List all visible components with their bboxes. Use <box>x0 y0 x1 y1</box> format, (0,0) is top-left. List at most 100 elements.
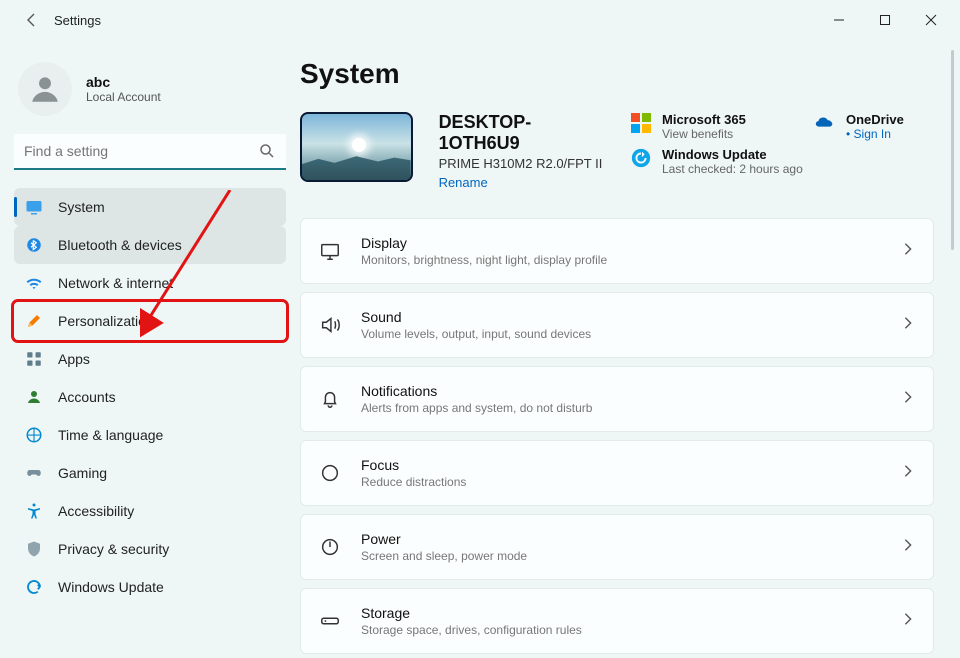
card-sub: Monitors, brightness, night light, displ… <box>361 253 607 267</box>
card-title: Focus <box>361 457 466 473</box>
service-title: Windows Update <box>662 147 803 162</box>
account-type: Local Account <box>86 90 161 104</box>
sound-icon <box>319 314 341 336</box>
service-sub: Last checked: 2 hours ago <box>662 162 803 176</box>
service-title: OneDrive <box>846 112 904 127</box>
service-title: Microsoft 365 <box>662 112 746 127</box>
device-model: PRIME H310M2 R2.0/FPT II <box>439 156 604 171</box>
sidebar-item-label: Gaming <box>58 465 107 481</box>
clock-globe-icon <box>24 425 44 445</box>
close-icon <box>925 14 937 26</box>
display-icon <box>319 240 341 262</box>
paint-icon <box>24 311 44 331</box>
sidebar-item-label: Bluetooth & devices <box>58 237 182 253</box>
update-icon <box>24 577 44 597</box>
sidebar-item-time[interactable]: Time & language <box>14 416 286 454</box>
sidebar-item-label: System <box>58 199 105 215</box>
card-notifications[interactable]: Notifications Alerts from apps and system… <box>300 366 934 432</box>
window-title: Settings <box>54 13 101 28</box>
sidebar-item-label: Time & language <box>58 427 163 443</box>
bluetooth-icon <box>24 235 44 255</box>
card-title: Display <box>361 235 607 251</box>
minimize-icon <box>833 14 845 26</box>
shield-icon <box>24 539 44 559</box>
avatar <box>18 62 72 116</box>
scrollbar[interactable] <box>951 50 954 250</box>
service-windows-update[interactable]: Windows UpdateLast checked: 2 hours ago <box>630 147 954 176</box>
account-block[interactable]: abc Local Account <box>18 62 286 116</box>
card-title: Sound <box>361 309 591 325</box>
minimize-button[interactable] <box>816 4 862 36</box>
focus-icon <box>319 462 341 484</box>
apps-icon <box>24 349 44 369</box>
sidebar-item-label: Privacy & security <box>58 541 169 557</box>
service-microsoft365[interactable]: Microsoft 365View benefits <box>630 112 790 141</box>
card-title: Power <box>361 531 527 547</box>
service-onedrive[interactable]: OneDrive• Sign In <box>814 112 954 141</box>
accounts-icon <box>24 387 44 407</box>
power-icon <box>319 536 341 558</box>
card-title: Notifications <box>361 383 592 399</box>
sidebar: abc Local Account System Bluetooth & dev… <box>0 40 300 658</box>
sidebar-item-label: Accounts <box>58 389 116 405</box>
wifi-icon <box>24 273 44 293</box>
system-icon <box>24 197 44 217</box>
bell-icon <box>319 388 341 410</box>
card-display[interactable]: Display Monitors, brightness, night light… <box>300 218 934 284</box>
chevron-right-icon <box>901 390 915 409</box>
search-box[interactable] <box>14 134 286 170</box>
sidebar-item-accounts[interactable]: Accounts <box>14 378 286 416</box>
sidebar-item-personalization[interactable]: Personalization <box>14 302 286 340</box>
person-icon <box>28 72 62 106</box>
device-info: DESKTOP-1OTH6U9 PRIME H310M2 R2.0/FPT II… <box>439 112 604 190</box>
maximize-icon <box>879 14 891 26</box>
sidebar-item-network[interactable]: Network & internet <box>14 264 286 302</box>
sidebar-item-label: Apps <box>58 351 90 367</box>
storage-icon <box>319 610 341 632</box>
sidebar-item-label: Windows Update <box>58 579 164 595</box>
sidebar-item-bluetooth[interactable]: Bluetooth & devices <box>14 226 286 264</box>
sidebar-item-apps[interactable]: Apps <box>14 340 286 378</box>
chevron-right-icon <box>901 612 915 631</box>
account-name: abc <box>86 74 161 90</box>
sidebar-item-gaming[interactable]: Gaming <box>14 454 286 492</box>
chevron-right-icon <box>901 242 915 261</box>
onedrive-icon <box>814 112 836 134</box>
nav-list: System Bluetooth & devices Network & int… <box>14 188 286 606</box>
sidebar-item-label: Network & internet <box>58 275 173 291</box>
sidebar-item-privacy[interactable]: Privacy & security <box>14 530 286 568</box>
sidebar-item-label: Accessibility <box>58 503 134 519</box>
sidebar-item-system[interactable]: System <box>14 188 286 226</box>
card-storage[interactable]: Storage Storage space, drives, configurat… <box>300 588 934 654</box>
card-sub: Storage space, drives, configuration rul… <box>361 623 582 637</box>
search-input[interactable] <box>14 134 286 170</box>
rename-link[interactable]: Rename <box>439 175 604 190</box>
wallpaper-thumbnail[interactable] <box>300 112 413 182</box>
microsoft-icon <box>630 112 652 134</box>
title-bar: Settings <box>0 0 960 40</box>
maximize-button[interactable] <box>862 4 908 36</box>
service-sub[interactable]: • Sign In <box>846 127 904 141</box>
sidebar-item-windows-update[interactable]: Windows Update <box>14 568 286 606</box>
card-sub: Screen and sleep, power mode <box>361 549 527 563</box>
accessibility-icon <box>24 501 44 521</box>
sidebar-item-accessibility[interactable]: Accessibility <box>14 492 286 530</box>
card-sub: Reduce distractions <box>361 475 466 489</box>
card-sound[interactable]: Sound Volume levels, output, input, sound… <box>300 292 934 358</box>
card-title: Storage <box>361 605 582 621</box>
card-sub: Volume levels, output, input, sound devi… <box>361 327 591 341</box>
windows-update-icon <box>630 147 652 169</box>
card-power[interactable]: Power Screen and sleep, power mode <box>300 514 934 580</box>
search-icon <box>258 142 276 165</box>
page-title: System <box>300 58 954 90</box>
back-button[interactable] <box>20 8 44 32</box>
close-button[interactable] <box>908 4 954 36</box>
chevron-right-icon <box>901 464 915 483</box>
chevron-right-icon <box>901 316 915 335</box>
service-sub: View benefits <box>662 127 746 141</box>
card-sub: Alerts from apps and system, do not dist… <box>361 401 592 415</box>
main-panel: System DESKTOP-1OTH6U9 PRIME H310M2 R2.0… <box>300 40 960 658</box>
chevron-right-icon <box>901 538 915 557</box>
device-name: DESKTOP-1OTH6U9 <box>439 112 604 154</box>
card-focus[interactable]: Focus Reduce distractions <box>300 440 934 506</box>
